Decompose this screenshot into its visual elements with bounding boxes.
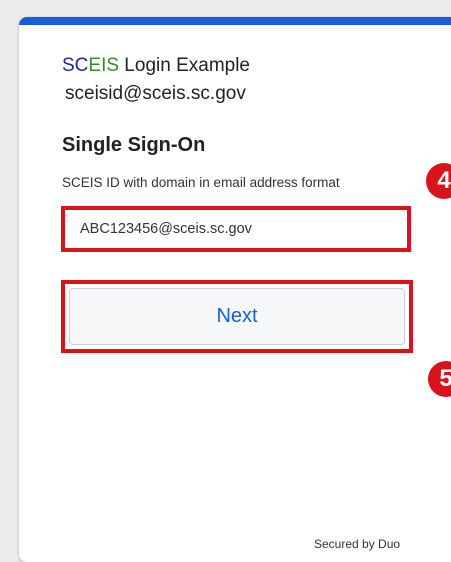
id-field-label: SCEIS ID with domain in email address fo… [62,175,340,190]
brand-eis-text: EIS [88,55,120,76]
brand-sc-text: SC [62,55,89,76]
next-highlight-box: Next [61,280,413,353]
next-button[interactable]: Next [69,288,405,345]
secured-by-duo-text: Secured by Duo [314,537,401,551]
app-title: SCEIS Login Example [62,55,250,77]
card-accent-bar [19,17,451,25]
sceis-id-input[interactable] [69,214,403,244]
brand-rest-text: Login Example [119,55,250,76]
input-highlight-box [61,206,411,252]
page-title: Single Sign-On [62,134,206,156]
account-email: sceisid@sceis.sc.gov [65,83,246,104]
login-card: SCEIS Login Example sceisid@sceis.sc.gov… [19,17,451,562]
